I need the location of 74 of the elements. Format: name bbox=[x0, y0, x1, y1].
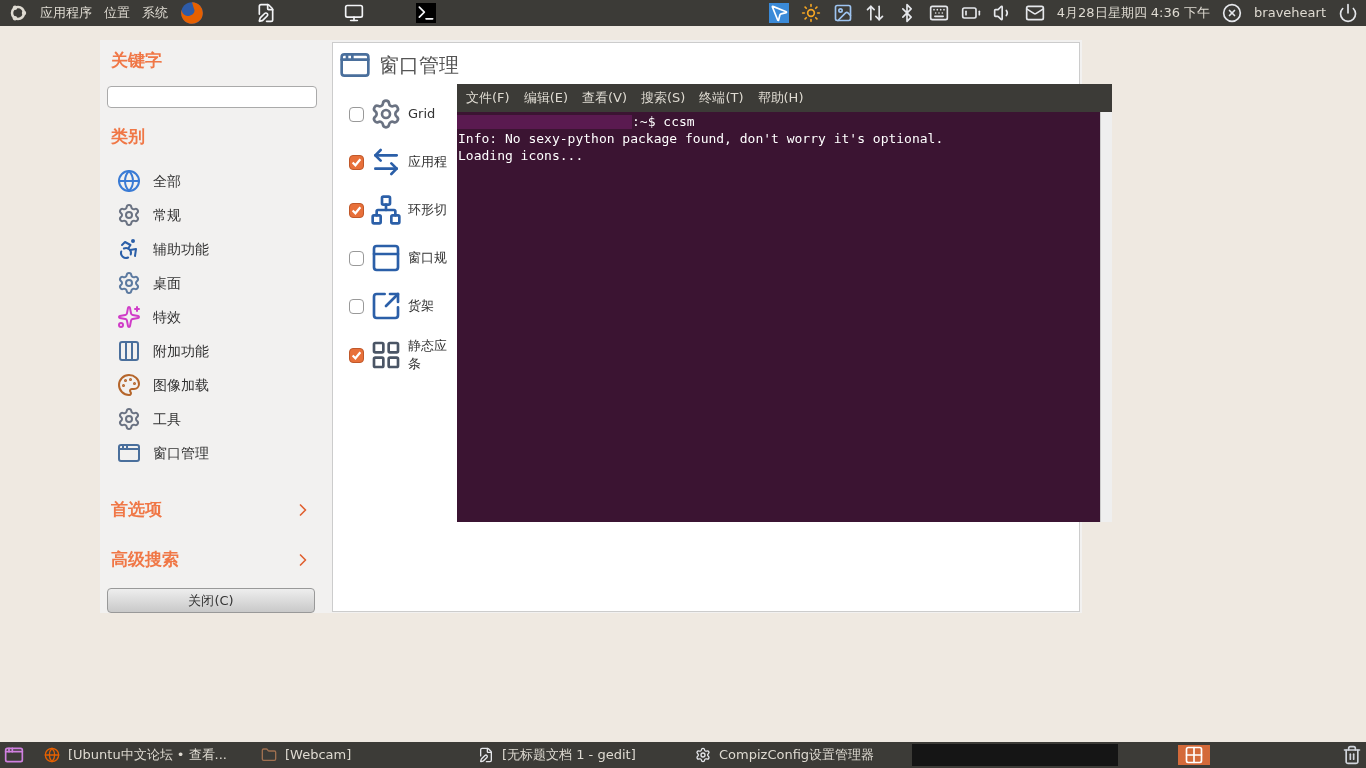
scrollbar[interactable] bbox=[1100, 112, 1112, 522]
trash-icon[interactable] bbox=[1342, 745, 1362, 765]
page-title: 窗口管理 bbox=[379, 52, 459, 79]
terminal-line: Info: No sexy-python package found, don't worry it's optional. bbox=[457, 130, 945, 147]
plugin-label[interactable]: Grid bbox=[408, 105, 436, 123]
gear-icon bbox=[117, 271, 141, 296]
cursor-app-icon[interactable] bbox=[768, 3, 789, 23]
palette-icon bbox=[117, 373, 141, 398]
search-field[interactable] bbox=[107, 85, 317, 108]
panel-menu[interactable]: 位置 bbox=[104, 3, 130, 23]
grid-icon bbox=[370, 339, 402, 371]
category-item[interactable]: 图像加载 bbox=[153, 374, 209, 396]
plugin-label[interactable]: 货架 bbox=[408, 297, 434, 315]
plugin-label[interactable]: 静态应 bbox=[408, 337, 447, 355]
category-item[interactable]: 窗口管理 bbox=[153, 442, 209, 464]
task-button[interactable]: [无标题文档 1 - gedit] bbox=[470, 744, 675, 766]
terminal-line: Loading icons... bbox=[457, 147, 585, 164]
task-button[interactable]: [Webcam] bbox=[253, 744, 458, 766]
category-item[interactable]: 工具 bbox=[153, 408, 181, 430]
gear-icon bbox=[117, 203, 141, 228]
folder-icon bbox=[261, 747, 277, 763]
menu-item[interactable]: 终端(T) bbox=[699, 88, 744, 108]
checkbox[interactable] bbox=[349, 250, 364, 266]
plugin-label[interactable]: 环形切 bbox=[408, 201, 447, 219]
image-icon[interactable] bbox=[832, 3, 853, 23]
user-name[interactable]: braveheart bbox=[1254, 3, 1326, 23]
text-editor-icon[interactable] bbox=[256, 3, 276, 23]
category-item[interactable]: 附加功能 bbox=[153, 340, 209, 362]
menu-item[interactable]: 查看(V) bbox=[582, 88, 628, 108]
text-editor-icon bbox=[478, 747, 494, 763]
panel-menu[interactable]: 应用程序 bbox=[40, 3, 92, 23]
keyboard-icon[interactable] bbox=[928, 3, 949, 23]
plugin-label[interactable]: 应用程 bbox=[408, 153, 447, 171]
task-button[interactable]: [Ubuntu中文论坛 • 查看... bbox=[36, 744, 241, 766]
menu-item[interactable]: 搜索(S) bbox=[641, 88, 686, 108]
clock[interactable]: 4月28日星期四 4:36 下午 bbox=[1056, 3, 1211, 23]
gear-icon bbox=[117, 407, 141, 432]
sparkle-icon bbox=[117, 305, 141, 330]
columns-icon bbox=[117, 339, 141, 364]
category-item[interactable]: 全部 bbox=[153, 170, 181, 192]
plugin-label[interactable]: 条 bbox=[408, 355, 447, 373]
category-item[interactable]: 常规 bbox=[153, 204, 181, 226]
close-button[interactable]: 关闭(C) bbox=[107, 588, 315, 613]
monitor-icon[interactable] bbox=[344, 3, 364, 23]
diagram-icon bbox=[370, 194, 402, 226]
sun-icon[interactable] bbox=[800, 3, 821, 23]
panel-menu[interactable]: 系统 bbox=[142, 3, 168, 23]
checkbox[interactable] bbox=[349, 347, 364, 363]
globe-icon bbox=[117, 169, 141, 194]
desktop-icon[interactable] bbox=[4, 745, 24, 765]
category-item[interactable]: 特效 bbox=[153, 306, 181, 328]
plugin-label[interactable]: 窗口规 bbox=[408, 249, 447, 267]
gear-icon bbox=[695, 747, 711, 763]
window-arrow-icon bbox=[370, 290, 402, 322]
network-icon[interactable] bbox=[864, 3, 885, 23]
checkbox[interactable] bbox=[349, 202, 364, 218]
task-button[interactable]: CompizConfig设置管理器 bbox=[687, 744, 892, 766]
checkbox[interactable] bbox=[349, 154, 364, 170]
category-item[interactable]: 桌面 bbox=[153, 272, 181, 294]
gear-icon bbox=[370, 98, 402, 130]
menu-item[interactable]: 文件(F) bbox=[466, 88, 510, 108]
checkbox[interactable] bbox=[349, 298, 364, 314]
power-icon[interactable] bbox=[1338, 3, 1358, 23]
section-heading: 类别 bbox=[110, 124, 146, 148]
menu-item[interactable]: 编辑(E) bbox=[523, 88, 568, 108]
menu-item[interactable]: 帮助(H) bbox=[757, 88, 804, 108]
category-item[interactable]: 辅助功能 bbox=[153, 238, 209, 260]
window-icon bbox=[370, 242, 402, 274]
terminal-icon[interactable] bbox=[416, 3, 436, 23]
workspace-switcher-icon[interactable] bbox=[1178, 745, 1210, 765]
mail-icon[interactable] bbox=[1024, 3, 1045, 23]
checkbox[interactable] bbox=[349, 106, 364, 122]
section-heading: 关键字 bbox=[110, 49, 163, 72]
prompt-line: :~$ ccsm bbox=[632, 113, 695, 130]
